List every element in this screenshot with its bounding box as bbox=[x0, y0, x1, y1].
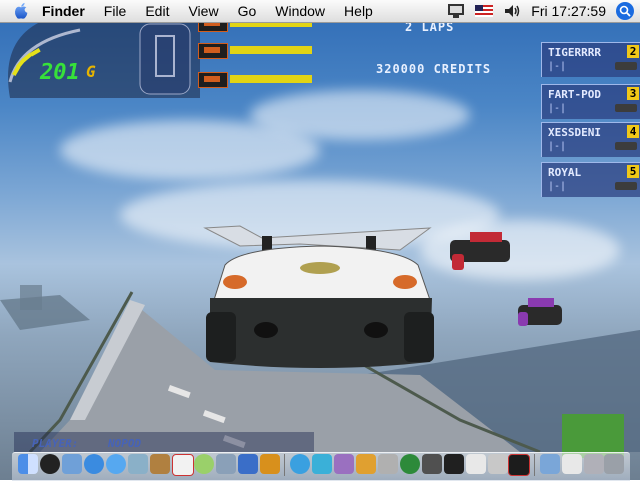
rank-position: 4 bbox=[627, 125, 639, 138]
menu-bar: Finder File Edit View Go Window Help Fri… bbox=[0, 0, 640, 23]
safari-icon[interactable] bbox=[84, 454, 104, 474]
rank-car-icon bbox=[615, 142, 637, 150]
mail-icon[interactable] bbox=[128, 454, 148, 474]
distant-platform bbox=[0, 295, 90, 330]
rank-entry: FART-POD 3 |-| bbox=[541, 84, 640, 119]
rank-entry: XESSDENI 4 |-| bbox=[541, 122, 640, 157]
player-label: PLAYER: bbox=[32, 437, 79, 450]
itunes-icon[interactable] bbox=[194, 454, 214, 474]
app-icon[interactable] bbox=[312, 454, 332, 474]
app-icon[interactable] bbox=[378, 454, 398, 474]
menu-app-name[interactable]: Finder bbox=[42, 3, 85, 19]
distant-tower bbox=[20, 285, 42, 310]
dock-separator bbox=[534, 454, 535, 476]
speedometer-gauge bbox=[0, 22, 200, 98]
trash-icon[interactable] bbox=[604, 454, 624, 474]
menubar-clock[interactable]: Fri 17:27:59 bbox=[531, 3, 606, 19]
credits-counter: 320000 CREDITS bbox=[376, 62, 492, 76]
preview-icon[interactable] bbox=[62, 454, 82, 474]
app-icon[interactable] bbox=[334, 454, 354, 474]
ical-icon[interactable] bbox=[172, 454, 194, 476]
rank-position: 3 bbox=[627, 87, 639, 100]
app-icon[interactable] bbox=[290, 454, 310, 474]
gear-indicator: G bbox=[86, 62, 96, 81]
weapon-ammo-bar-2 bbox=[230, 46, 312, 54]
rank-position: 5 bbox=[627, 165, 639, 178]
weapon-slot-2 bbox=[198, 43, 228, 59]
menu-edit[interactable]: Edit bbox=[145, 3, 169, 19]
menu-window[interactable]: Window bbox=[275, 3, 325, 19]
rank-car-icon bbox=[615, 104, 637, 112]
menu-go[interactable]: Go bbox=[238, 3, 257, 19]
us-flag-icon[interactable] bbox=[475, 5, 494, 17]
home-folder-icon[interactable] bbox=[562, 454, 582, 474]
app-icon[interactable] bbox=[400, 454, 420, 474]
rank-status: |-| bbox=[548, 103, 567, 114]
display-icon[interactable] bbox=[447, 3, 465, 19]
network-icon[interactable] bbox=[584, 454, 604, 474]
rank-car-icon bbox=[615, 62, 637, 70]
ichat-icon[interactable] bbox=[106, 454, 126, 474]
menu-help[interactable]: Help bbox=[344, 3, 373, 19]
game-viewport: 201 G 2 LAPS 320000 CREDITS TIGERRRR 2 |… bbox=[0, 0, 640, 480]
rank-name: XESSDENI bbox=[548, 126, 601, 139]
volume-icon[interactable] bbox=[503, 3, 521, 19]
rank-position: 2 bbox=[627, 45, 639, 58]
terminal-icon[interactable] bbox=[444, 454, 464, 474]
spotlight-icon[interactable] bbox=[616, 2, 634, 20]
address-book-icon[interactable] bbox=[150, 454, 170, 474]
weapon-slot-3 bbox=[198, 72, 228, 88]
player-car bbox=[203, 225, 434, 368]
dock-separator bbox=[284, 454, 285, 476]
x11-icon[interactable] bbox=[466, 454, 486, 474]
opponent-car-red bbox=[450, 232, 510, 270]
menu-file[interactable]: File bbox=[104, 3, 127, 19]
rank-status: |-| bbox=[548, 141, 567, 152]
rank-name: ROYAL bbox=[548, 166, 582, 179]
rank-status: |-| bbox=[548, 181, 567, 192]
applications-folder-icon[interactable] bbox=[540, 454, 560, 474]
weapon-ammo-bar-3 bbox=[230, 75, 312, 83]
app-icon[interactable] bbox=[422, 454, 442, 474]
game-app-icon[interactable] bbox=[508, 454, 530, 476]
apple-icon[interactable] bbox=[12, 2, 30, 20]
rank-car-icon bbox=[615, 182, 637, 190]
finder-icon[interactable] bbox=[18, 454, 38, 474]
speed-readout: 201 bbox=[40, 60, 80, 85]
rank-name: TIGERRRR bbox=[548, 46, 601, 59]
dashboard-icon[interactable] bbox=[40, 454, 60, 474]
garageband-icon[interactable] bbox=[260, 454, 280, 474]
rank-name: FART-POD bbox=[548, 88, 601, 101]
apple-menu-icon[interactable] bbox=[488, 454, 508, 474]
iphoto-icon[interactable] bbox=[216, 454, 236, 474]
rank-status: |-| bbox=[548, 61, 567, 72]
opponent-car-purple bbox=[518, 298, 562, 326]
rank-entry: ROYAL 5 |-| bbox=[541, 162, 640, 197]
rank-entry: TIGERRRR 2 |-| bbox=[541, 42, 640, 77]
player-name: NOPOD bbox=[108, 437, 142, 450]
app-icon[interactable] bbox=[356, 454, 376, 474]
menu-view[interactable]: View bbox=[188, 3, 218, 19]
imovie-icon[interactable] bbox=[238, 454, 258, 474]
